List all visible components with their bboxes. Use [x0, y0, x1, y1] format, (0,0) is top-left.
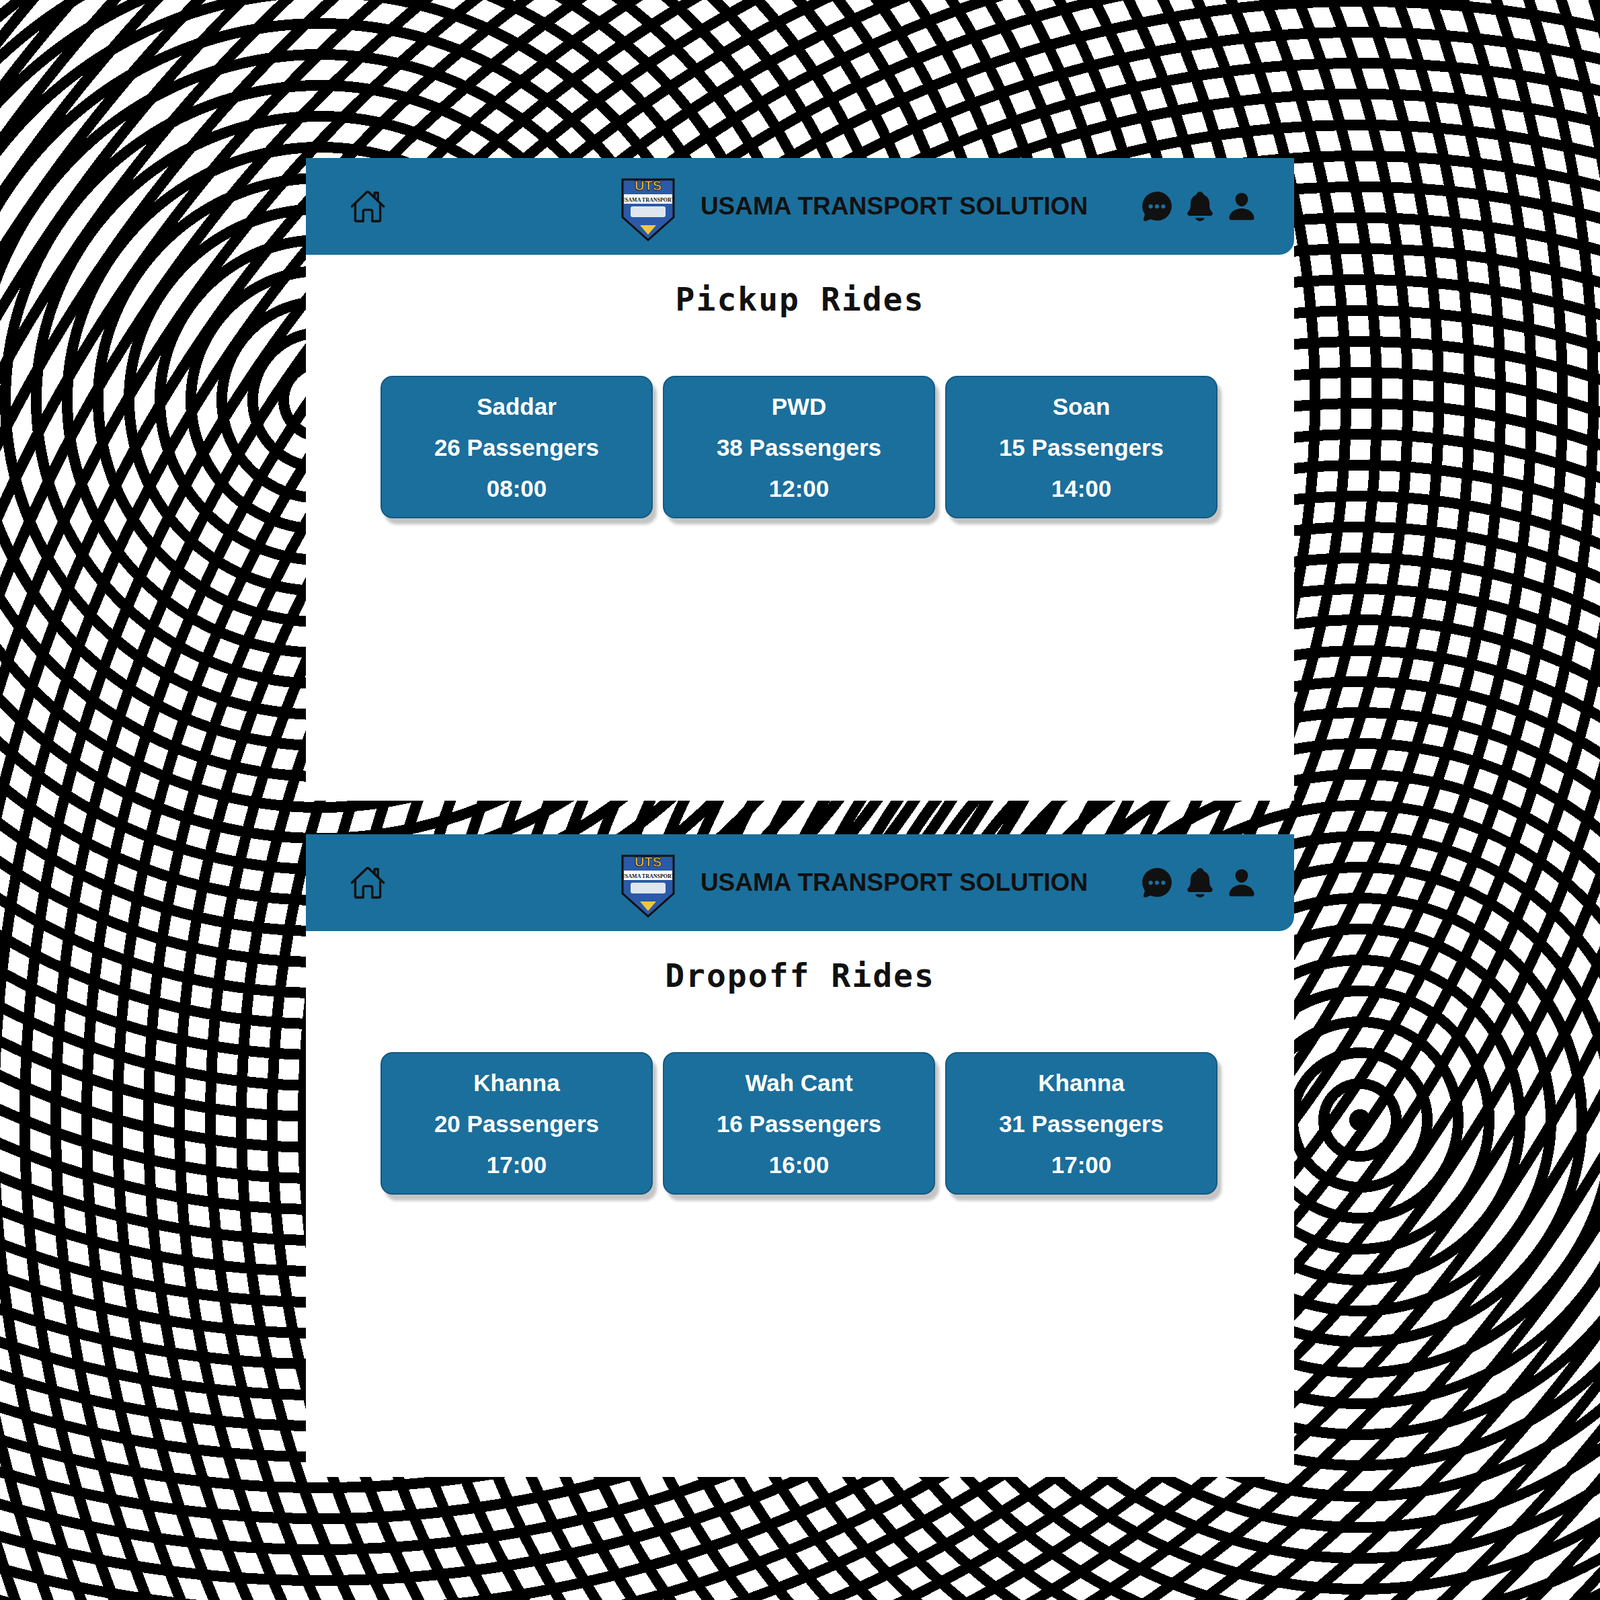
- ride-time: 17:00: [1051, 1148, 1112, 1182]
- ride-time: 16:00: [769, 1148, 830, 1182]
- brand-title: USAMA TRANSPORT SOLUTION: [700, 192, 1088, 221]
- ride-list: Saddar 26 Passengers 08:00 PWD 38 Passengers…: [305, 375, 1295, 519]
- ride-card[interactable]: Soan 15 Passengers 14:00: [945, 375, 1218, 519]
- svg-text:UTS: UTS: [634, 178, 662, 193]
- brand: UTS USAMA TRANSPORT USAMA TRANSPORT SOLUTI…: [518, 846, 1088, 919]
- ride-passengers: 31 Passengers: [998, 1107, 1164, 1141]
- ride-time: 17:00: [486, 1148, 548, 1182]
- ride-passengers: 26 Passengers: [434, 430, 599, 464]
- ride-passengers: 16 Passengers: [716, 1107, 882, 1141]
- brand-title: USAMA TRANSPORT SOLUTION: [700, 868, 1088, 897]
- ride-list: Khanna 20 Passengers 17:00 Wah Cant 16 Passe…: [305, 1052, 1295, 1195]
- chat-icon[interactable]: [1140, 865, 1174, 900]
- rides-panel: UTS USAMA TRANSPORT USAMA TRANSPORT SOLUTI…: [305, 834, 1295, 1477]
- ride-time: 08:00: [486, 471, 548, 505]
- brand: UTS USAMA TRANSPORT USAMA TRANSPORT SOLUTI…: [518, 170, 1088, 243]
- company-logo-icon: UTS USAMA TRANSPORT: [619, 170, 677, 243]
- home-icon[interactable]: [349, 188, 386, 225]
- ride-place: Saddar: [476, 389, 557, 423]
- ride-card[interactable]: PWD 38 Passengers 12:00: [662, 375, 936, 519]
- company-logo-icon: UTS USAMA TRANSPORT: [619, 846, 677, 919]
- page: UTS USAMA TRANSPORT USAMA TRANSPORT SOLUTI…: [0, 0, 1600, 1600]
- ride-card[interactable]: Khanna 31 Passengers 17:00: [945, 1052, 1218, 1195]
- bell-icon[interactable]: [1183, 189, 1217, 224]
- bell-icon[interactable]: [1183, 865, 1217, 900]
- ride-passengers: 20 Passengers: [434, 1107, 599, 1141]
- top-bar: UTS USAMA TRANSPORT USAMA TRANSPORT SOLUTI…: [305, 834, 1295, 932]
- ride-card[interactable]: Khanna 20 Passengers 17:00: [380, 1052, 653, 1195]
- ride-time: 14:00: [1051, 471, 1112, 505]
- chat-icon[interactable]: [1140, 189, 1174, 224]
- ride-place: Khanna: [1037, 1066, 1125, 1100]
- home-icon[interactable]: [349, 864, 386, 901]
- ride-place: Khanna: [473, 1066, 560, 1100]
- ride-place: PWD: [771, 389, 827, 423]
- section-heading: Dropoff Rides: [305, 956, 1295, 995]
- svg-text:USAMA TRANSPORT: USAMA TRANSPORT: [621, 873, 675, 880]
- rides-panel: UTS USAMA TRANSPORT USAMA TRANSPORT SOLUTI…: [305, 157, 1295, 801]
- ride-place: Wah Cant: [744, 1066, 853, 1100]
- section-heading: Pickup Rides: [305, 280, 1295, 318]
- ride-card[interactable]: Saddar 26 Passengers 08:00: [380, 375, 653, 519]
- top-bar: UTS USAMA TRANSPORT USAMA TRANSPORT SOLUTI…: [305, 157, 1295, 255]
- ride-passengers: 38 Passengers: [716, 430, 882, 464]
- ride-time: 12:00: [769, 471, 830, 505]
- ride-passengers: 15 Passengers: [998, 430, 1164, 464]
- ride-place: Soan: [1052, 389, 1111, 423]
- user-icon[interactable]: [1226, 867, 1258, 899]
- ride-card[interactable]: Wah Cant 16 Passengers 16:00: [662, 1052, 936, 1195]
- svg-text:UTS: UTS: [634, 854, 662, 870]
- svg-text:USAMA TRANSPORT: USAMA TRANSPORT: [621, 196, 675, 204]
- user-icon[interactable]: [1226, 190, 1258, 222]
